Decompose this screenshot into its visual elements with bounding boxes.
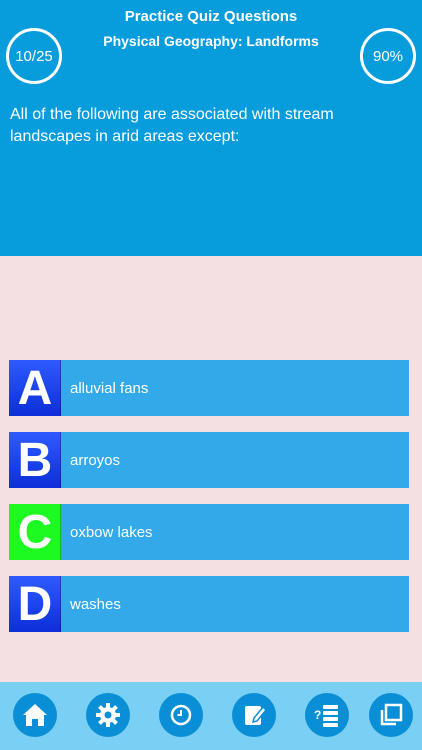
svg-text:?: ? xyxy=(314,708,321,722)
page-title: Practice Quiz Questions xyxy=(124,8,298,25)
edit-note-icon xyxy=(240,701,268,729)
score-percentage: 90% xyxy=(360,28,416,84)
option-text-c: oxbow lakes xyxy=(70,523,153,541)
copy-button[interactable] xyxy=(369,693,413,737)
answer-option-b[interactable]: B arroyos xyxy=(9,432,409,488)
option-text-b: arroyos xyxy=(70,451,121,469)
notes-button[interactable] xyxy=(232,693,276,737)
answer-option-a[interactable]: A alluvial fans xyxy=(9,360,409,416)
option-letter-d: D xyxy=(9,576,61,632)
bottom-toolbar: ? xyxy=(0,682,422,750)
progress-counter: 10/25 xyxy=(6,28,62,84)
home-icon xyxy=(21,702,49,728)
gear-icon xyxy=(94,701,122,729)
quiz-subtitle: Physical Geography: Landforms xyxy=(103,33,319,49)
option-text-a: alluvial fans xyxy=(70,379,149,397)
answer-option-c[interactable]: C oxbow lakes xyxy=(9,504,409,560)
option-text-d: washes xyxy=(70,595,121,613)
option-letter-a: A xyxy=(9,360,61,416)
answer-option-d[interactable]: D washes xyxy=(9,576,409,632)
copy-icon xyxy=(378,702,404,728)
clock-icon xyxy=(168,702,194,728)
question-list-icon: ? xyxy=(312,701,342,729)
question-text: All of the following are associated with… xyxy=(10,106,334,145)
option-letter-b: B xyxy=(9,432,61,488)
quiz-header: Practice Quiz Questions Physical Geograp… xyxy=(0,0,422,256)
settings-button[interactable] xyxy=(86,693,130,737)
question-list-button[interactable]: ? xyxy=(305,693,349,737)
option-letter-c: C xyxy=(9,504,61,560)
timer-button[interactable] xyxy=(159,693,203,737)
home-button[interactable] xyxy=(13,693,57,737)
